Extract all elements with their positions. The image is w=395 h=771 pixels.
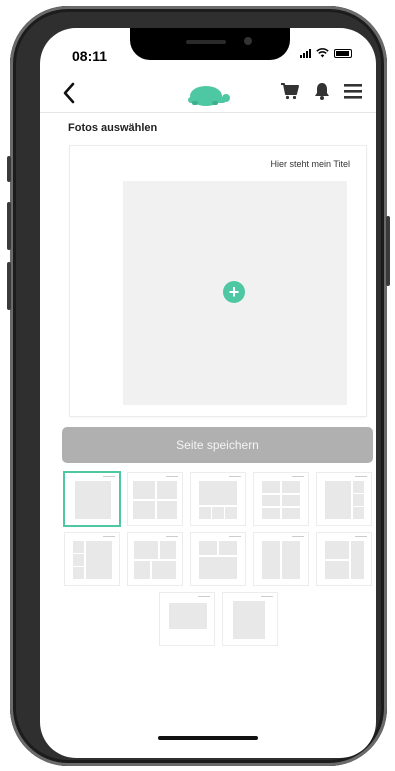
layout-thumb-portrait[interactable] <box>223 593 277 645</box>
add-photo-button[interactable]: + <box>223 281 245 303</box>
layout-thumb-large-top[interactable] <box>191 473 245 525</box>
page-preview: Hier steht mein Titel + <box>70 146 366 416</box>
layout-thumb-two-columns[interactable] <box>254 533 308 585</box>
layout-thumb-large-right[interactable] <box>65 533 119 585</box>
app-header <box>40 76 376 113</box>
mute-switch <box>7 156 11 182</box>
status-icons <box>300 48 352 58</box>
status-time: 08:11 <box>72 48 108 64</box>
layout-thumb-landscape[interactable] <box>160 593 214 645</box>
layout-thumb-large-bottom[interactable] <box>191 533 245 585</box>
layout-thumb-large-top-right[interactable] <box>317 533 371 585</box>
bell-icon[interactable] <box>314 82 330 100</box>
page-title[interactable]: Hier steht mein Titel <box>270 159 350 169</box>
battery-icon <box>334 48 352 58</box>
app-screen: 08:11 Fotos auswählen Hier steht mein Ti… <box>40 28 376 758</box>
speaker <box>186 40 226 44</box>
phone-frame: 08:11 Fotos auswählen Hier steht mein Ti… <box>7 6 390 766</box>
volume-down-button <box>7 262 11 310</box>
notch <box>130 28 290 60</box>
layout-thumb-six-grid[interactable] <box>254 473 308 525</box>
wifi-icon <box>316 48 329 58</box>
hamburger-menu-icon[interactable] <box>344 83 362 99</box>
cart-icon[interactable] <box>280 82 300 100</box>
section-title: Fotos auswählen <box>68 122 158 134</box>
photo-slot[interactable]: + <box>123 181 347 405</box>
power-button <box>386 216 390 286</box>
signal-icon <box>300 48 311 58</box>
layout-thumb-four-grid[interactable] <box>128 473 182 525</box>
layout-thumb-two-by-two[interactable] <box>128 533 182 585</box>
volume-up-button <box>7 202 11 250</box>
header-actions <box>280 82 362 100</box>
turtle-logo-icon <box>188 86 230 106</box>
save-page-button[interactable]: Seite speichern <box>62 427 373 463</box>
home-indicator[interactable] <box>158 736 258 740</box>
layout-thumb-single[interactable] <box>65 473 119 525</box>
chevron-left-icon[interactable] <box>62 82 76 108</box>
front-camera <box>244 37 252 45</box>
layout-thumb-large-left[interactable] <box>317 473 371 525</box>
